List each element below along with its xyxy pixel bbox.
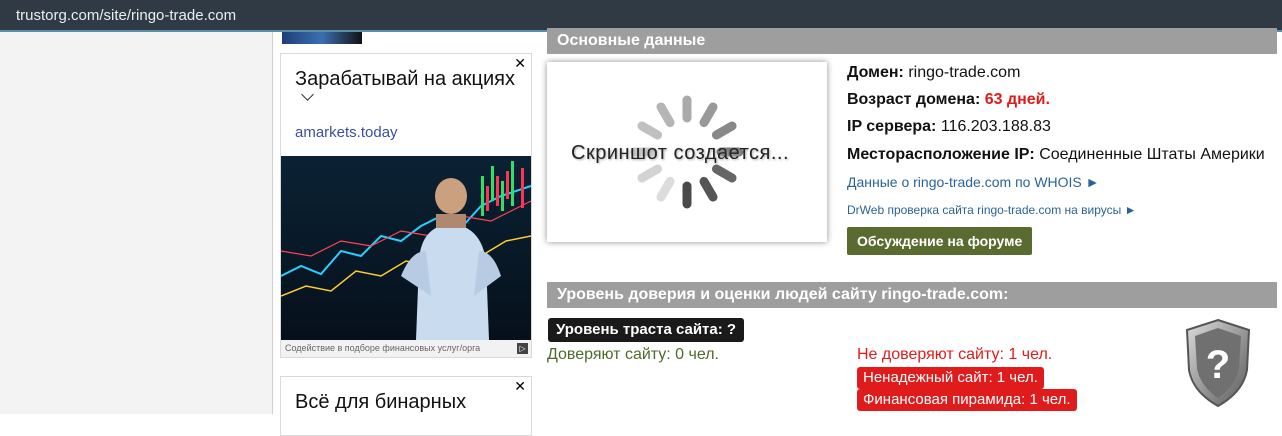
drweb-link[interactable]: DrWeb проверка сайта ringo-trade.com на … (847, 203, 1136, 217)
domain-age-row: Возраст домена: 63 дней. (847, 91, 1050, 109)
screenshot-status-text: Скриншот создается... (571, 142, 790, 164)
domain-label: Домен: (847, 64, 904, 81)
ad-domain-link[interactable]: amarkets.today (295, 124, 398, 141)
left-blank-pane (0, 32, 273, 414)
ad-title[interactable]: Зарабатывай на акциях (295, 68, 515, 91)
whois-link[interactable]: Данные о ringo-trade.com по WHOIS ► (847, 174, 1100, 190)
section-header-main-data: Основные данные (547, 28, 1277, 54)
domain-age-value: 63 дней. (984, 91, 1050, 108)
ad-image-trader[interactable] (281, 156, 531, 340)
trust-no-count: Не доверяют сайту: 1 чел. (857, 346, 1053, 363)
location-value: Соединенные Штаты Америки (1039, 146, 1265, 163)
ad-caption-text: Содействие в подборе финансовых услуг/ор… (285, 343, 481, 353)
ad-close-icon[interactable]: ✕ (514, 378, 526, 395)
ip-row: IP сервера: 116.203.188.83 (847, 118, 1051, 136)
location-label: Месторасположение IP: (847, 146, 1035, 163)
trust-level-badge: Уровень траста сайта: ? (548, 318, 745, 342)
ad-block-binary[interactable]: ✕ Всё для бинарных (280, 376, 532, 436)
trust-yes-count: Доверяют сайту: 0 чел. (547, 346, 719, 363)
tag-financial-pyramid: Финансовая пирамида: 1 чел. (857, 389, 1077, 411)
ad-caption: Содействие в подборе финансовых услуг/ор… (281, 340, 531, 357)
shield-symbol: ? (1206, 343, 1230, 387)
ad-close-icon[interactable]: ✕ (514, 55, 526, 72)
domain-age-label: Возраст домена: (847, 91, 981, 108)
ad-info-icon[interactable]: ▷ (517, 343, 528, 354)
tag-unreliable-site: Ненадежный сайт: 1 чел. (857, 367, 1044, 389)
address-url[interactable]: trustorg.com/site/ringo-trade.com (16, 7, 236, 24)
domain-value: ringo-trade.com (908, 64, 1021, 81)
section-header-trust: Уровень доверия и оценки людей сайту rin… (547, 282, 1277, 308)
ip-value: 116.203.188.83 (940, 118, 1051, 135)
ad-title[interactable]: Всё для бинарных (295, 391, 466, 414)
top-thumbnail-fragment (282, 32, 362, 44)
forum-discussion-button[interactable]: Обсуждение на форуме (847, 227, 1033, 255)
domain-row: Домен: ringo-trade.com (847, 64, 1020, 82)
ip-label: IP сервера: (847, 118, 937, 135)
location-row: Месторасположение IP: Соединенные Штаты … (847, 146, 1265, 164)
ad-block-stocks[interactable]: ✕ Зарабатывай на акциях amarkets.today С… (280, 53, 532, 358)
screenshot-placeholder: Скриншот создается... (547, 62, 827, 242)
shield-question-icon: ? (1185, 318, 1251, 408)
